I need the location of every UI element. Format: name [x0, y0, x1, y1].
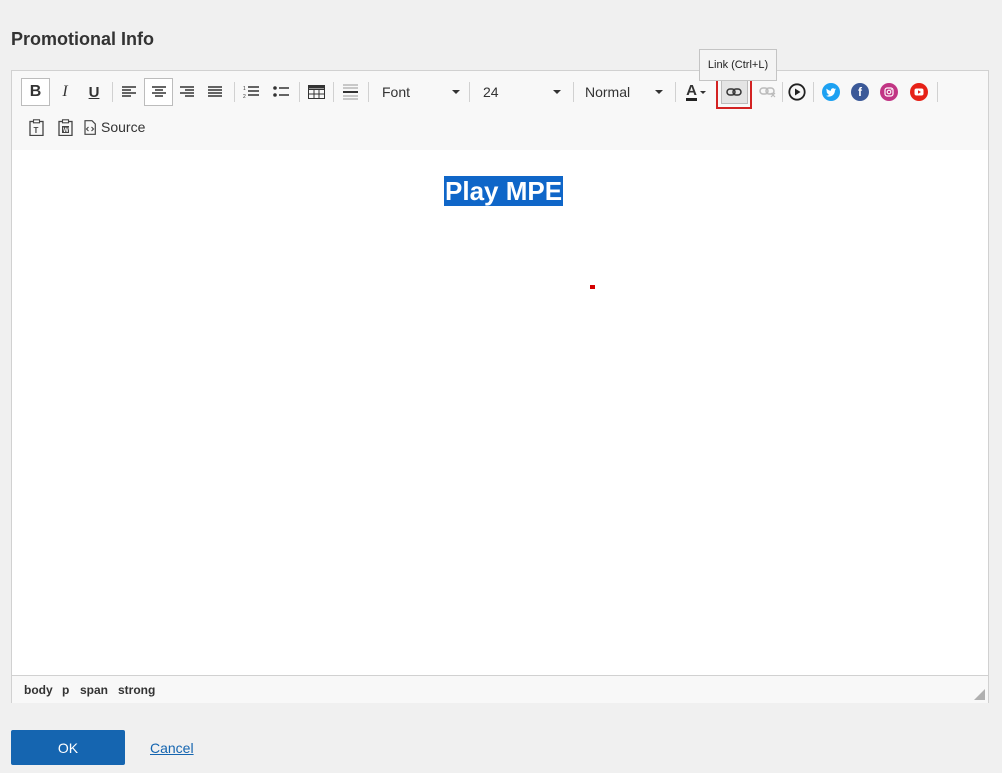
align-right-button[interactable]	[174, 78, 200, 106]
facebook-icon: f	[851, 83, 869, 101]
table-button[interactable]	[303, 78, 329, 106]
font-size-select[interactable]: 24	[475, 78, 567, 106]
text-color-button[interactable]: A	[680, 78, 712, 106]
element-path-bar: body p span strong	[12, 675, 988, 703]
toolbar-separator	[333, 82, 334, 102]
svg-text:2: 2	[243, 94, 246, 99]
chevron-down-icon	[655, 90, 663, 94]
link-tooltip: Link (Ctrl+L)	[699, 49, 777, 81]
font-family-value: Font	[382, 84, 411, 100]
bold-button[interactable]: B	[21, 78, 50, 106]
chevron-down-icon	[553, 90, 561, 94]
paste-text-icon: T	[28, 118, 44, 136]
svg-text:T: T	[33, 126, 38, 135]
numbered-list-icon: 12	[243, 86, 259, 99]
justify-button[interactable]	[202, 78, 228, 106]
toolbar-separator	[937, 82, 938, 102]
paste-text-button[interactable]: T	[24, 113, 48, 141]
embed-media-button[interactable]	[785, 78, 809, 106]
path-item-span[interactable]: span	[80, 683, 108, 697]
font-family-select[interactable]: Font	[374, 78, 466, 106]
unlink-icon	[758, 87, 775, 98]
numbered-list-button[interactable]: 12	[238, 78, 264, 106]
justify-icon	[208, 86, 222, 97]
text-color-icon: A	[686, 81, 697, 101]
path-item-body[interactable]: body	[24, 683, 53, 697]
horizontal-line-button[interactable]	[337, 78, 363, 106]
italic-button[interactable]: I	[51, 78, 79, 106]
path-item-p[interactable]: p	[62, 683, 69, 697]
toolbar-separator	[813, 82, 814, 102]
youtube-button[interactable]	[905, 78, 933, 106]
toolbar-separator	[675, 82, 676, 102]
toolbar-separator	[469, 82, 470, 102]
bulleted-list-button[interactable]	[268, 78, 294, 106]
underline-button[interactable]: U	[80, 78, 108, 106]
rich-text-editor: B I U 12 Font 24 Normal A f T W Source P…	[11, 70, 989, 703]
twitter-button[interactable]	[817, 78, 845, 106]
font-size-value: 24	[483, 84, 499, 100]
facebook-button[interactable]: f	[846, 78, 874, 106]
toolbar-separator	[573, 82, 574, 102]
source-label: Source	[101, 119, 146, 135]
chevron-down-icon	[699, 90, 706, 94]
editor-toolbar: B I U 12 Font 24 Normal A f T W Source	[12, 71, 988, 151]
editor-content[interactable]: Play MPE	[12, 150, 988, 675]
twitter-icon	[822, 83, 840, 101]
page-title: Promotional Info	[11, 29, 154, 49]
align-center-icon	[151, 86, 166, 97]
source-button[interactable]: Source	[84, 113, 152, 141]
toolbar-separator	[368, 82, 369, 102]
bulleted-list-icon	[273, 86, 289, 97]
resize-handle-icon[interactable]	[974, 689, 985, 700]
italic-icon: I	[62, 83, 68, 100]
paste-from-word-button[interactable]: W	[53, 113, 77, 141]
table-icon	[307, 85, 325, 99]
play-icon	[788, 83, 806, 101]
toolbar-separator	[112, 82, 113, 102]
source-code-icon	[84, 119, 96, 135]
svg-text:1: 1	[243, 86, 246, 92]
align-left-button[interactable]	[116, 78, 142, 106]
svg-text:W: W	[63, 128, 69, 134]
cancel-link[interactable]: Cancel	[150, 740, 194, 756]
horizontal-line-icon	[342, 84, 358, 100]
unlink-button[interactable]	[753, 78, 781, 106]
selected-text[interactable]: Play MPE	[444, 176, 564, 206]
underline-icon: U	[88, 83, 100, 101]
align-left-icon	[122, 86, 136, 97]
paragraph-format-value: Normal	[585, 84, 631, 100]
ok-button[interactable]: OK	[11, 730, 125, 765]
paragraph-format-select[interactable]: Normal	[577, 78, 669, 106]
cursor-marker	[590, 285, 595, 289]
toolbar-separator	[234, 82, 235, 102]
align-center-button[interactable]	[144, 78, 173, 106]
toolbar-separator	[299, 82, 300, 102]
instagram-button[interactable]	[875, 78, 903, 106]
chevron-down-icon	[452, 90, 460, 94]
toolbar-separator	[782, 82, 783, 102]
youtube-icon	[910, 83, 928, 101]
paste-word-icon: W	[57, 118, 73, 136]
link-icon	[726, 88, 742, 96]
path-item-strong[interactable]: strong	[118, 683, 155, 697]
instagram-icon	[880, 83, 898, 101]
align-right-icon	[180, 86, 194, 97]
bold-icon: B	[29, 83, 42, 100]
